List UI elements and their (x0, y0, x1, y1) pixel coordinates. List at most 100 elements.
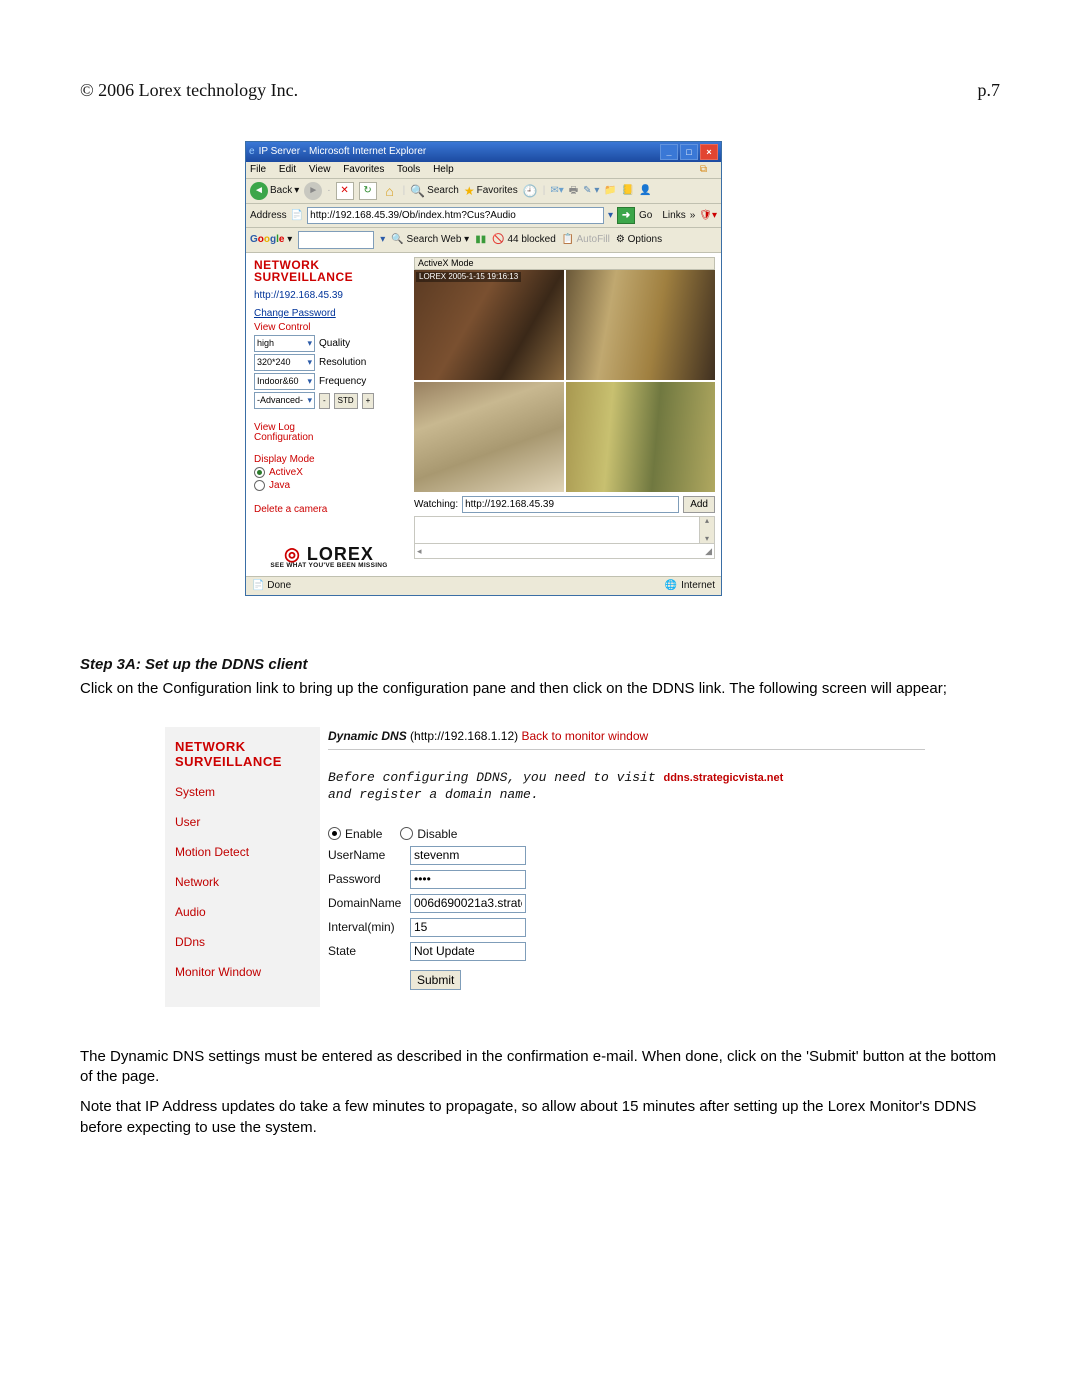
menu-file[interactable]: File (250, 164, 266, 175)
messenger-button[interactable]: 👤 (639, 186, 651, 196)
page-icon: 📄 (291, 211, 303, 221)
stop-button[interactable]: ✕ (336, 182, 354, 200)
password-input[interactable] (410, 870, 526, 889)
interval-input[interactable] (410, 918, 526, 937)
activex-mode-label: ActiveX Mode (414, 257, 715, 270)
discuss-button[interactable]: 📒 (622, 186, 634, 196)
submit-button[interactable]: Submit (410, 970, 461, 990)
step-p2: The Dynamic DNS settings must be entered… (80, 1047, 1000, 1088)
folder-button[interactable]: 📁 (604, 186, 616, 196)
activex-radio[interactable] (254, 467, 265, 478)
minimize-button[interactable]: _ (660, 144, 678, 160)
pagerank-icon[interactable]: ▮▮ (475, 235, 486, 245)
autofill-button[interactable]: 📋 AutoFill (562, 235, 610, 245)
nav-user[interactable]: User (175, 815, 310, 829)
camera-2[interactable] (566, 270, 716, 380)
mail-button[interactable]: ✉▾ (550, 186, 563, 196)
history-button[interactable]: 🕘 (523, 185, 538, 197)
nav-network[interactable]: Network (175, 875, 310, 889)
refresh-button[interactable]: ↻ (359, 182, 377, 200)
ddns-pane: NETWORK SURVEILLANCE System User Motion … (165, 727, 925, 1007)
java-radio[interactable] (254, 480, 265, 491)
camera-1[interactable]: LOREX 2005-1-15 19:16:13 (414, 270, 564, 380)
ddns-heading: Dynamic DNS (http://192.168.1.12) Back t… (328, 729, 925, 743)
disable-radio[interactable]: Disable (400, 827, 457, 841)
delete-camera-link[interactable]: Delete a camera (254, 505, 404, 515)
back-to-monitor-link[interactable]: Back to monitor window (521, 729, 648, 743)
close-button[interactable]: × (700, 144, 718, 160)
window-title: IP Server - Microsoft Internet Explorer (259, 147, 427, 157)
links-label[interactable]: Links (662, 211, 685, 221)
watching-label: Watching: (414, 500, 458, 510)
done-icon: 📄 (252, 580, 264, 591)
nav-motion[interactable]: Motion Detect (175, 845, 310, 859)
address-input[interactable] (307, 207, 604, 224)
username-input[interactable] (410, 846, 526, 865)
menu-edit[interactable]: Edit (279, 164, 296, 175)
nav-ddns[interactable]: DDns (175, 935, 310, 949)
configuration-link[interactable]: Configuration (254, 433, 404, 443)
enable-radio[interactable]: Enable (328, 827, 382, 841)
nav-system[interactable]: System (175, 785, 310, 799)
state-input[interactable] (410, 942, 526, 961)
quality-label: Quality (319, 339, 350, 349)
forward-button[interactable]: ► (304, 182, 322, 200)
frequency-select[interactable]: Indoor&60▾ (254, 373, 315, 390)
watching-input[interactable] (462, 496, 679, 513)
nav-monitor[interactable]: Monitor Window (175, 965, 310, 979)
view-control-label: View Control (254, 323, 404, 333)
frequency-label: Frequency (319, 377, 366, 387)
status-done: Done (267, 580, 291, 591)
menu-tools[interactable]: Tools (397, 164, 420, 175)
advanced-select[interactable]: -Advanced-▾ (254, 392, 315, 409)
resolution-select[interactable]: 320*240▾ (254, 354, 315, 371)
zoom-in-button[interactable]: + (362, 393, 375, 409)
menu-help[interactable]: Help (433, 164, 454, 175)
add-button[interactable]: Add (683, 496, 715, 513)
scroll-left[interactable]: ◂ (417, 547, 422, 556)
log-scrollbar[interactable]: ▴▾ (699, 517, 714, 543)
cam-overlay: LOREX 2005-1-15 19:16:13 (416, 272, 521, 282)
popup-blocked[interactable]: 🚫 44 blocked (492, 235, 556, 245)
std-button[interactable]: STD (334, 393, 358, 409)
status-zone: Internet (681, 580, 715, 591)
menu-favorites[interactable]: Favorites (343, 164, 384, 175)
change-password-link[interactable]: Change Password (254, 309, 404, 319)
quality-select[interactable]: high▾ (254, 335, 315, 352)
google-toolbar: Google ▾ ▾ 🔍 Search Web ▾ ▮▮ 🚫 44 blocke… (246, 228, 721, 253)
nav-audio[interactable]: Audio (175, 905, 310, 919)
interval-label: Interval(min) (328, 920, 410, 934)
step-heading: Step 3A: Set up the DDNS client (80, 656, 1000, 673)
links-chevron[interactable]: » (690, 211, 696, 221)
camera-3[interactable] (414, 382, 564, 492)
state-label: State (328, 944, 410, 958)
domain-input[interactable] (410, 894, 526, 913)
ddns-register-link[interactable]: ddns.strategicvista.net (663, 772, 783, 784)
options-button[interactable]: ⚙ Options (616, 235, 662, 245)
searchweb-button[interactable]: 🔍 Search Web ▾ (391, 235, 469, 245)
google-search-input[interactable] (298, 231, 374, 249)
resize-grip[interactable]: ◢ (705, 547, 712, 556)
home-button[interactable]: ⌂ (382, 183, 398, 199)
maximize-button[interactable]: □ (680, 144, 698, 160)
nav-title: NETWORK SURVEILLANCE (254, 259, 404, 283)
go-button[interactable]: ➜ (617, 207, 635, 224)
norton-icon[interactable]: 🛡▾ (699, 211, 717, 221)
ddns-note: Before configuring DDNS, you need to vis… (328, 770, 925, 804)
search-button[interactable]: 🔍Search (410, 185, 459, 197)
camera-4[interactable] (566, 382, 716, 492)
google-logo[interactable]: Google ▾ (250, 235, 292, 245)
favorites-button[interactable]: ★Favorites (464, 185, 518, 197)
print-button[interactable]: 🖶 (569, 186, 578, 196)
back-button[interactable]: ◄Back ▾ (250, 182, 299, 200)
address-dropdown[interactable]: ▾ (608, 211, 613, 221)
edit-button[interactable]: ✎ ▾ (583, 186, 599, 196)
menu-view[interactable]: View (309, 164, 331, 175)
side-nav: NETWORK SURVEILLANCE http://192.168.45.3… (246, 253, 412, 576)
google-search-dd[interactable]: ▾ (380, 235, 385, 245)
zoom-out-button[interactable]: - (319, 393, 330, 409)
winflag-icon: ⧉ (700, 165, 707, 175)
log-area: ▴▾ (414, 516, 715, 544)
ie-icon: e (249, 147, 255, 157)
nav-url[interactable]: http://192.168.45.39 (254, 291, 404, 301)
